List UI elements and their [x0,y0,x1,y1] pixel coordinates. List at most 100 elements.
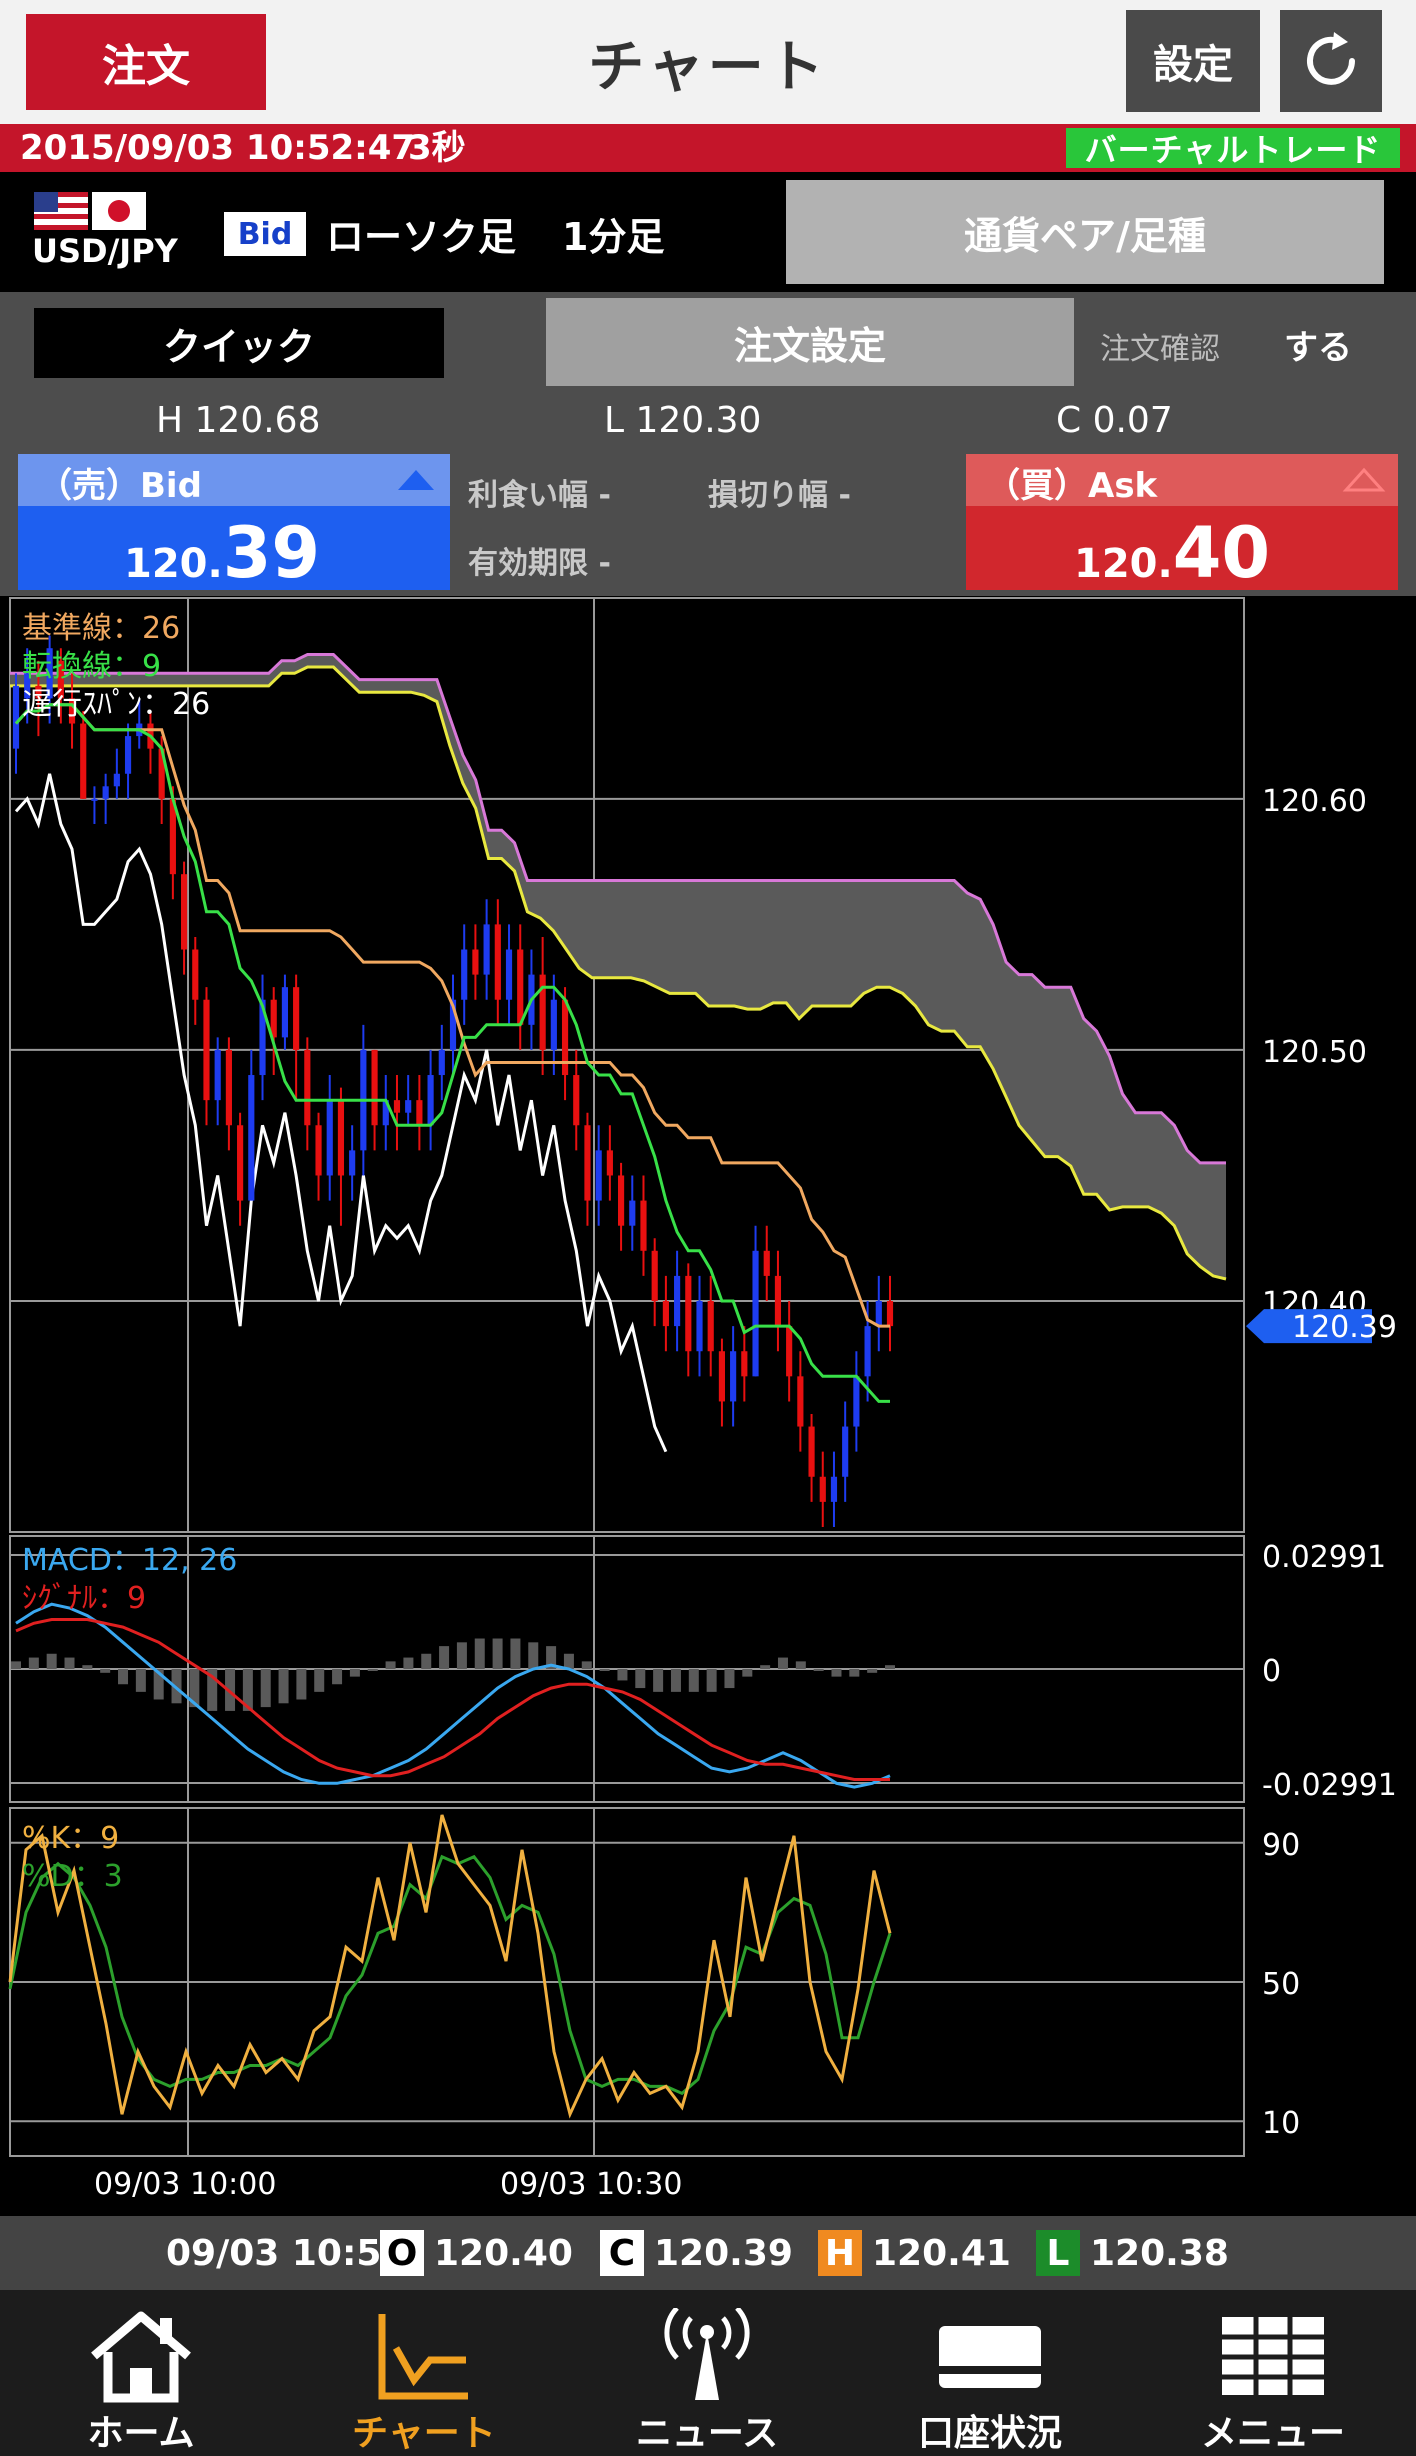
stoch-y-tick: 90 [1262,1828,1300,1863]
macd-histogram-bar [278,1669,289,1704]
candle-body [606,1150,613,1176]
refresh-icon [1307,32,1355,85]
sell-bid-button[interactable]: （売）Bid 120.39 [18,454,450,594]
order-button[interactable]: 注文 [26,14,266,110]
candle-body [203,999,210,1101]
refresh-button[interactable] [1280,10,1382,112]
pair-name: USD/JPY [32,232,178,270]
up-triangle-outline-icon [1342,467,1386,492]
virtual-trade-badge: バーチャルトレード [1066,128,1400,169]
candle-body [584,1125,591,1201]
pair-timeframe-button[interactable]: 通貨ペア/足種 [786,180,1384,284]
up-triangle-icon [398,470,434,490]
macd-histogram-bar [599,1669,610,1671]
macd-histogram-bar [474,1638,485,1669]
macd-histogram-bar [563,1653,574,1669]
candle-body [281,987,289,1038]
candle-body [842,1426,849,1477]
stoch-legend-item: %D：3 [22,1859,123,1894]
candle-body [786,1326,793,1377]
macd-histogram-bar [332,1669,343,1685]
candle-body [315,1125,322,1176]
candle-body [629,1200,636,1226]
macd-histogram-bar [653,1669,664,1692]
buy-ask-button[interactable]: （買）Ask 120.40 [966,454,1398,594]
candle-body [763,1250,770,1276]
macd-histogram-bar [385,1661,396,1669]
candle-body [337,1100,345,1176]
tab-home[interactable]: ホーム [0,2290,282,2456]
candle-body [651,1250,658,1302]
macd-histogram-bar [581,1661,592,1669]
macd-histogram-bar [670,1669,681,1692]
macd-histogram-bar [849,1669,860,1677]
candle-body [886,1301,894,1327]
macd-histogram-bar [403,1657,414,1669]
main-legend-item: 転換線：9 [22,649,161,684]
candle-body [326,1100,333,1176]
macd-histogram-bar [742,1669,753,1677]
candle-body [505,949,513,1000]
candle-body [830,1476,838,1502]
candle-body [674,1275,681,1327]
macd-histogram-bar [349,1669,360,1677]
macd-histogram-bar [260,1669,271,1708]
candle-body [192,949,199,1000]
chart-svg[interactable]: 09/03 10:00 09/03 10:30120.60120.50120.40… [0,596,1416,2216]
candle-body [225,1049,232,1126]
macd-histogram-bar [492,1638,503,1669]
order-confirm-toggle[interactable]: する [1284,320,1352,369]
candle-body [853,1376,860,1427]
macd-histogram-bar [706,1669,717,1692]
candle-body [405,1100,412,1113]
grid-menu-icon [1222,2317,1324,2395]
candle-body [416,1100,423,1126]
tab-chart[interactable]: チャート [283,2290,565,2456]
page-title: チャート [588,34,828,100]
chart-timeframe: 1分足 [562,215,665,259]
sell-label: （売）Bid [38,466,202,506]
tab-account[interactable]: 口座状況 [849,2290,1131,2456]
candle-body [797,1376,804,1427]
buy-label: （買）Ask [986,466,1158,506]
candle-body [550,999,557,1050]
buy-price: 120.40 [1074,512,1271,594]
candle-body [237,1125,244,1201]
flags-icon [34,192,146,230]
candle-body [707,1301,714,1352]
quick-order-button[interactable]: クイック [34,308,444,378]
macd-y-tick: -0.02991 [1262,1768,1397,1803]
candle-body [617,1175,625,1226]
macd-histogram-bar [760,1665,771,1669]
stoch-y-tick: 10 [1262,2106,1300,2141]
macd-histogram-bar [813,1669,824,1671]
tab-menu[interactable]: メニュー [1132,2290,1414,2456]
stop-loss-label: 損切り幅 - [708,478,851,513]
macd-histogram-bar [795,1661,806,1669]
macd-histogram-bar [885,1665,895,1669]
candle-body [124,736,132,774]
candle-body [730,1351,737,1402]
chart-area[interactable]: 09/03 10:00 09/03 10:30 120.60 120.50 120.40… [0,596,1416,2216]
app-screen: 注文 チャート 設定 2015/09/03 10:52:47 3秒 バーチャルト… [0,0,1416,2456]
current-price-label: 120.39 [1292,1310,1397,1345]
stoch-legend-item: %K：9 [22,1821,119,1856]
tab-news[interactable]: ニュース [566,2290,848,2456]
broadcast-icon [664,2308,750,2400]
candle-body [864,1326,871,1377]
macd-histogram-bar [296,1669,307,1700]
ohlc-close: C 120.39 [600,2230,793,2276]
candle-body [438,1049,445,1076]
macd-legend-item: ｼｸﾞﾅﾙ：9 [22,1581,146,1616]
order-settings-button[interactable]: 注文設定 [546,298,1074,386]
macd-y-tick: 0 [1262,1654,1281,1689]
macd-histogram-bar [456,1642,467,1669]
macd-histogram-bar [82,1665,93,1669]
chart-type: ローソク足 [326,215,517,259]
chart-icon [378,2314,468,2400]
macd-histogram-bar [28,1657,39,1669]
candle-body [595,1150,602,1201]
candle-body [248,1075,255,1201]
settings-button[interactable]: 設定 [1126,10,1260,112]
candle-body [393,1100,401,1113]
